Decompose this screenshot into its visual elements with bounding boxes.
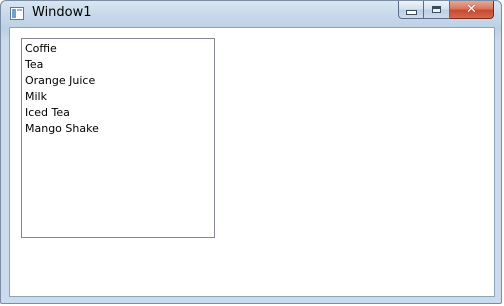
maximize-icon	[432, 6, 441, 13]
minimize-button[interactable]	[398, 1, 424, 19]
application-window: Window1 ✕ Coffie Tea Orange Juice Milk I…	[0, 0, 502, 304]
list-item[interactable]: Mango Shake	[25, 121, 214, 137]
drinks-listbox[interactable]: Coffie Tea Orange Juice Milk Iced Tea Ma…	[21, 38, 215, 238]
title-bar[interactable]: Window1 ✕	[1, 1, 501, 27]
list-item[interactable]: Iced Tea	[25, 105, 214, 121]
list-item[interactable]: Tea	[25, 57, 214, 73]
window-title: Window1	[32, 5, 92, 20]
close-icon: ✕	[466, 2, 477, 17]
list-item[interactable]: Orange Juice	[25, 73, 214, 89]
window-client-area: Coffie Tea Orange Juice Milk Iced Tea Ma…	[9, 27, 495, 297]
window-icon[interactable]	[10, 7, 24, 20]
list-item[interactable]: Coffie	[25, 41, 214, 57]
maximize-button[interactable]	[424, 1, 450, 19]
close-button[interactable]: ✕	[450, 1, 494, 19]
list-item[interactable]: Milk	[25, 89, 214, 105]
caption-buttons: ✕	[398, 1, 494, 20]
minimize-icon	[405, 10, 417, 15]
